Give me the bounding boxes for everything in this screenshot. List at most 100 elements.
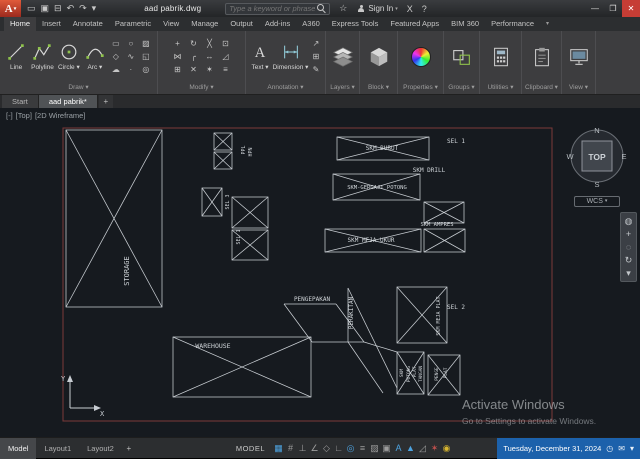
ribbon-tab-parametric[interactable]: Parametric bbox=[109, 17, 157, 31]
copy-icon[interactable]: ⊡ bbox=[218, 37, 233, 50]
ribbon-tab-add-ins[interactable]: Add-ins bbox=[259, 17, 296, 31]
plan-room[interactable] bbox=[424, 229, 465, 252]
autoscale-icon[interactable]: ▲ bbox=[405, 443, 416, 453]
undo-icon[interactable]: ↶ bbox=[65, 0, 77, 17]
orbit-icon[interactable]: ↻ bbox=[625, 255, 633, 265]
viewcube-west-label[interactable]: W bbox=[566, 152, 574, 161]
markup-icon[interactable]: ✎ bbox=[309, 63, 323, 76]
plan-line[interactable] bbox=[284, 304, 312, 342]
viewcube-south-label[interactable]: S bbox=[594, 180, 599, 188]
plan-room[interactable] bbox=[173, 337, 311, 397]
file-tab-aad-pabrik[interactable]: aad pabrik* bbox=[39, 95, 98, 108]
panel-label-annotation[interactable]: Annotation ▾ bbox=[246, 82, 325, 94]
plan-label[interactable]: STORAGE bbox=[123, 256, 131, 286]
groups-panel-button[interactable] bbox=[450, 46, 474, 68]
explode-icon[interactable]: ✶ bbox=[202, 63, 217, 76]
exchange-apps-icon[interactable]: X bbox=[407, 4, 413, 14]
plan-label[interactable]: PENGE bbox=[434, 367, 440, 381]
close-button[interactable]: ✕ bbox=[622, 0, 640, 17]
sign-in-button[interactable]: Sign In ▾ bbox=[357, 4, 397, 13]
viewport-visual-style-control[interactable]: [2D Wireframe] bbox=[35, 111, 85, 120]
ribbon-tab-view[interactable]: View bbox=[157, 17, 185, 31]
polar-tracking-icon[interactable]: ∠ bbox=[309, 443, 320, 454]
plan-label[interactable]: PPL bbox=[241, 145, 247, 154]
plan-line[interactable] bbox=[364, 342, 397, 352]
plan-label[interactable]: SKM-GERGAJI POTONG bbox=[347, 185, 407, 191]
tray-clock-icon[interactable]: ◷ bbox=[606, 444, 613, 453]
table-icon[interactable]: ⊞ bbox=[309, 50, 323, 63]
rectangle-icon[interactable]: ▭ bbox=[109, 37, 123, 50]
drawing-canvas[interactable]: STORAGEPPLHPNSEL 3SEL 1SKM BUBUTSEL 1SKM… bbox=[0, 108, 640, 437]
ellipse-icon[interactable]: ○ bbox=[124, 37, 138, 50]
file-tab-start[interactable]: Start bbox=[2, 95, 39, 108]
region-icon[interactable]: ◱ bbox=[139, 50, 153, 63]
redo-icon[interactable]: ↷ bbox=[77, 0, 89, 17]
ribbon-tab-annotate[interactable]: Annotate bbox=[67, 17, 109, 31]
layout-tab-layout1[interactable]: Layout1 bbox=[36, 438, 79, 459]
ribbon-tab-output[interactable]: Output bbox=[224, 17, 259, 31]
viewport-menu-control[interactable]: [-] bbox=[6, 111, 13, 120]
panel-label-modify[interactable]: Modify ▾ bbox=[158, 82, 245, 94]
ribbon-tab-manage[interactable]: Manage bbox=[185, 17, 224, 31]
line-tool-button[interactable]: Line bbox=[4, 41, 28, 71]
navbar-more-icon[interactable]: ▾ bbox=[626, 268, 631, 278]
transparency-icon[interactable]: ▨ bbox=[369, 443, 380, 454]
viewcube-east-label[interactable]: E bbox=[621, 152, 626, 161]
fillet-icon[interactable]: ╭ bbox=[186, 50, 201, 63]
ribbon-tab-home[interactable]: Home bbox=[4, 17, 36, 31]
plan-label[interactable]: HPN bbox=[248, 147, 254, 156]
panel-label-clipboard[interactable]: Clipboard ▾ bbox=[522, 82, 561, 94]
plan-room[interactable] bbox=[214, 133, 232, 150]
minimize-button[interactable]: — bbox=[586, 0, 604, 17]
layers-panel-button[interactable] bbox=[331, 46, 355, 68]
isodraft-icon[interactable]: ◇ bbox=[321, 443, 332, 454]
search-icon[interactable] bbox=[317, 4, 326, 13]
plan-label[interactable]: PERAKITAN bbox=[348, 296, 355, 329]
workspace-switching-icon[interactable]: ✶ bbox=[429, 443, 440, 454]
layout-tab-model[interactable]: Model bbox=[0, 438, 36, 459]
plan-label[interactable]: TANGAN bbox=[418, 366, 424, 383]
help-icon[interactable]: ? bbox=[422, 4, 427, 14]
navigation-wheel-icon[interactable]: ◍ bbox=[625, 216, 633, 226]
ribbon-tab-insert[interactable]: Insert bbox=[36, 17, 67, 31]
properties-panel-button[interactable] bbox=[409, 46, 433, 68]
plan-label[interactable]: PLAT bbox=[412, 366, 418, 377]
mirror-icon[interactable]: ⋈ bbox=[170, 50, 185, 63]
panel-label-view[interactable]: View ▾ bbox=[562, 82, 595, 94]
plan-label[interactable]: PENGEPAKAN bbox=[294, 296, 331, 303]
plan-room[interactable] bbox=[202, 188, 222, 216]
plan-room[interactable] bbox=[214, 152, 232, 169]
scale-icon[interactable]: ◿ bbox=[218, 50, 233, 63]
plan-label[interactable]: SKM bbox=[399, 369, 405, 377]
rotate-icon[interactable]: ↻ bbox=[186, 37, 201, 50]
ribbon-tab-express-tools[interactable]: Express Tools bbox=[326, 17, 385, 31]
plan-label[interactable]: SKM MEJA UKUR bbox=[348, 237, 395, 244]
revcloud-icon[interactable]: ☁ bbox=[109, 63, 123, 76]
plan-boundary[interactable] bbox=[63, 128, 552, 421]
ortho-icon[interactable]: ⊥ bbox=[297, 443, 308, 454]
ribbon-tab-overflow-icon[interactable]: ▾ bbox=[540, 17, 555, 31]
tray-message-icon[interactable]: ✉ bbox=[618, 444, 625, 453]
ribbon-tab-featured-apps[interactable]: Featured Apps bbox=[384, 17, 445, 31]
point-icon[interactable]: · bbox=[124, 63, 138, 76]
plan-label[interactable]: SEL 2 bbox=[447, 304, 465, 311]
ribbon-tab-a360[interactable]: A360 bbox=[296, 17, 326, 31]
annotation-visibility-icon[interactable]: A bbox=[393, 443, 404, 453]
isolate-objects-icon[interactable]: ◉ bbox=[441, 443, 452, 454]
tray-menu-icon[interactable]: ▾ bbox=[630, 444, 634, 453]
search-input[interactable] bbox=[229, 4, 315, 13]
plan-label[interactable]: SKM BUBUT bbox=[366, 145, 399, 152]
panel-label-utilities[interactable]: Utilities ▾ bbox=[480, 82, 521, 94]
model-space-viewport[interactable]: STORAGEPPLHPNSEL 3SEL 1SKM BUBUTSEL 1SKM… bbox=[0, 108, 640, 437]
panel-label-properties[interactable]: Properties ▾ bbox=[398, 82, 443, 94]
text-tool-button[interactable]: AText ▾ bbox=[248, 41, 272, 71]
plan-room[interactable] bbox=[66, 130, 162, 307]
trim-icon[interactable]: ╳ bbox=[202, 37, 217, 50]
plan-label[interactable]: POTONG bbox=[406, 366, 412, 383]
snap-icon[interactable]: # bbox=[285, 443, 296, 453]
stretch-icon[interactable]: ↔ bbox=[202, 50, 217, 63]
spline-icon[interactable]: ∿ bbox=[124, 50, 138, 63]
model-space-indicator[interactable]: MODEL bbox=[236, 444, 265, 453]
new-file-tab-button[interactable]: + bbox=[99, 95, 113, 108]
plan-label[interactable]: SKM AMPRES bbox=[420, 222, 453, 228]
